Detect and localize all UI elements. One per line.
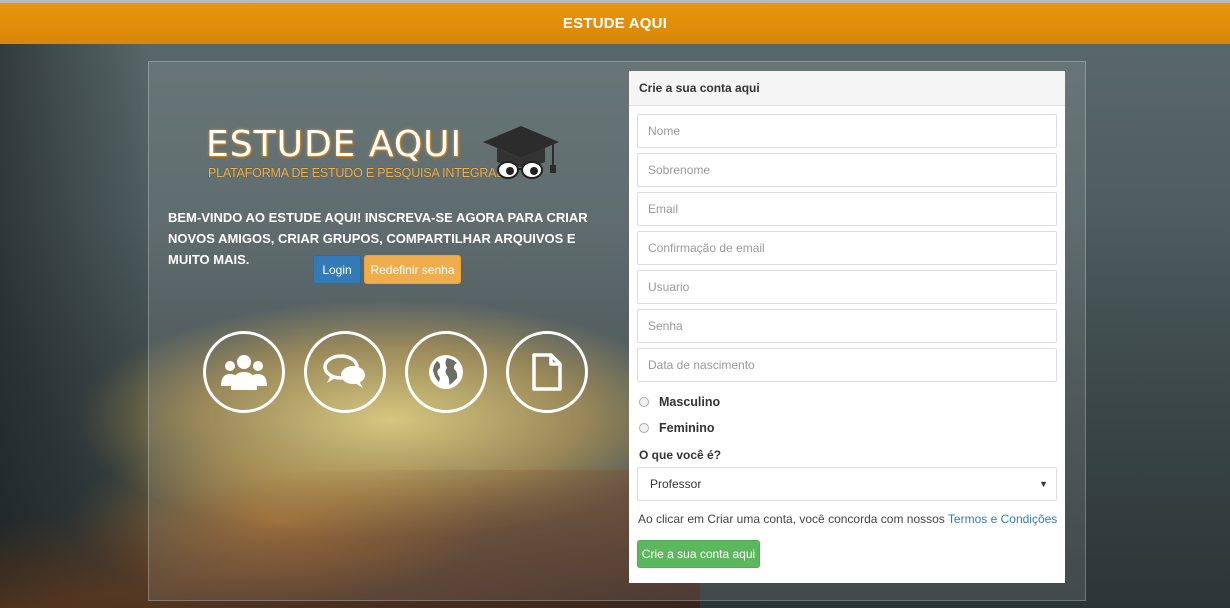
role-select[interactable]: Professor ▼ (637, 467, 1057, 501)
senha-input[interactable]: Senha (637, 309, 1057, 343)
sobrenome-input[interactable]: Sobrenome (637, 153, 1057, 187)
feature-globe (405, 331, 487, 413)
terms-notice: Ao clicar em Criar uma conta, você conco… (638, 512, 1057, 526)
gender-female-option[interactable]: Feminino (639, 419, 715, 437)
male-label: Masculino (659, 395, 721, 409)
globe-icon (429, 355, 463, 389)
email-input[interactable]: Email (637, 192, 1057, 226)
role-label: O que você é? (639, 448, 722, 462)
document-icon (532, 353, 562, 391)
feature-chat (304, 331, 386, 413)
create-account-button[interactable]: Crie a sua conta aqui (637, 540, 760, 568)
top-navbar: ESTUDE AQUI (0, 0, 1230, 44)
login-button[interactable]: Login (313, 255, 361, 284)
chat-icon (323, 354, 365, 388)
female-label: Feminino (659, 421, 715, 435)
email-confirm-input[interactable]: Confirmação de email (637, 231, 1057, 265)
logo-subtitle: PLATAFORMA DE ESTUDO E PESQUISA INTEGRAD… (208, 166, 514, 180)
brand-logo: ESTUDE AQUI PLATAFORMA DE ESTUDO E PESQU… (206, 122, 576, 192)
users-icon (221, 355, 267, 390)
female-radio[interactable] (639, 423, 649, 433)
usuario-input[interactable]: Usuario (637, 270, 1057, 304)
logo-title: ESTUDE AQUI (206, 124, 463, 165)
terms-text: Ao clicar em Criar uma conta, você conco… (638, 512, 948, 526)
male-radio[interactable] (639, 397, 649, 407)
birthdate-input[interactable]: Data de nascimento (637, 348, 1057, 382)
nome-input[interactable]: Nome (637, 114, 1057, 148)
graduation-cap-icon (483, 126, 559, 179)
role-selected-value: Professor (650, 477, 702, 491)
caret-down-icon: ▼ (1039, 479, 1048, 489)
form-header: Crie a sua conta aqui (629, 71, 1065, 106)
site-title[interactable]: ESTUDE AQUI (563, 15, 667, 32)
signup-form: Crie a sua conta aqui Nome Sobrenome Ema… (629, 71, 1065, 583)
terms-link[interactable]: Termos e Condições (948, 512, 1057, 526)
feature-users (203, 331, 285, 413)
reset-password-button[interactable]: Redefinir senha (364, 255, 461, 284)
feature-document (506, 331, 588, 413)
gender-male-option[interactable]: Masculino (639, 393, 720, 411)
